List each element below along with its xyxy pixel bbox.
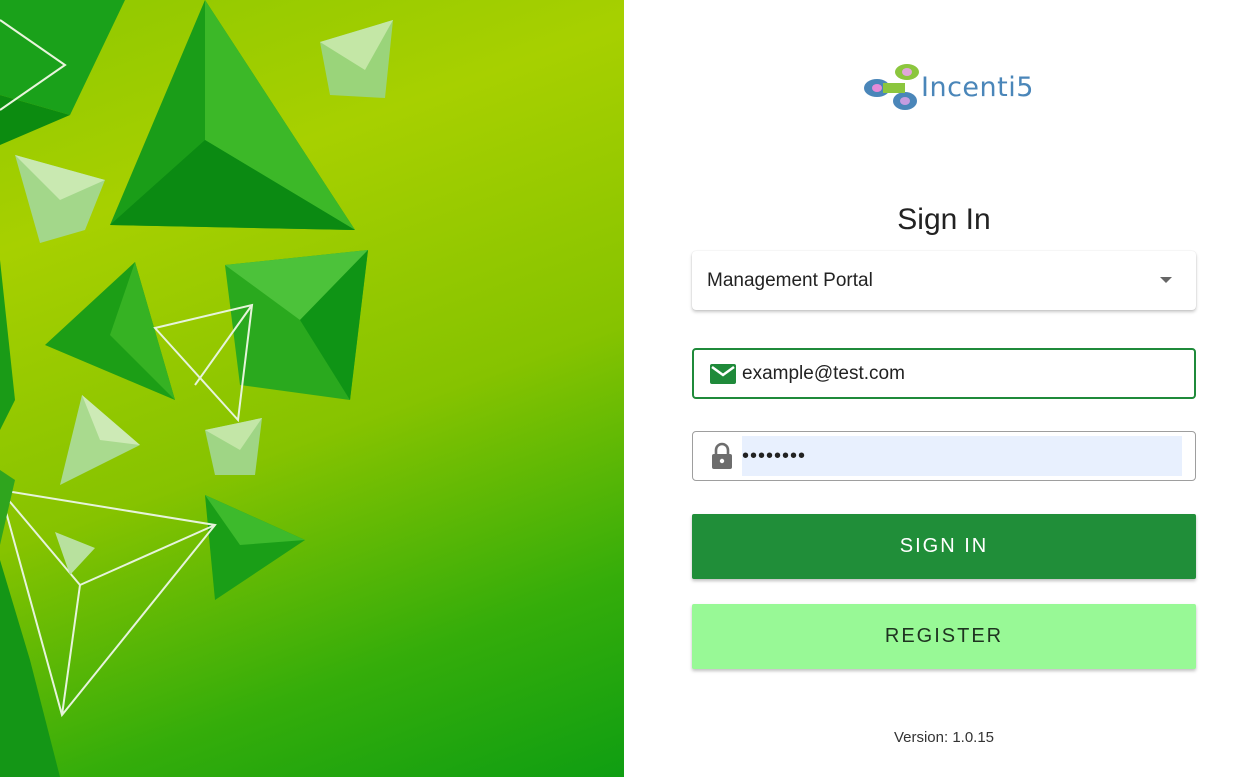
register-button[interactable]: REGISTER: [692, 604, 1196, 669]
portal-select[interactable]: Management Portal: [692, 251, 1196, 310]
decorative-background: [0, 0, 624, 777]
abstract-triangles-art: [0, 0, 393, 777]
brand-name: Incenti5: [921, 72, 1034, 103]
password-input[interactable]: [742, 436, 1182, 476]
email-field[interactable]: [692, 348, 1196, 399]
incenti5-logo-icon: [864, 64, 919, 110]
email-icon: [710, 364, 736, 389]
password-field[interactable]: [692, 431, 1196, 481]
chevron-down-icon[interactable]: [1160, 277, 1172, 283]
signin-panel: Incenti5 Sign In Management Portal SIGN …: [624, 0, 1247, 777]
lock-icon: [711, 442, 733, 475]
version-label: Version: 1.0.15: [893, 729, 995, 746]
sign-in-button[interactable]: SIGN IN: [692, 514, 1196, 579]
email-input[interactable]: [742, 361, 1182, 387]
brand-logo: Incenti5: [863, 62, 1033, 114]
page-title: Sign In: [897, 203, 991, 236]
portal-select-value: Management Portal: [707, 270, 873, 291]
